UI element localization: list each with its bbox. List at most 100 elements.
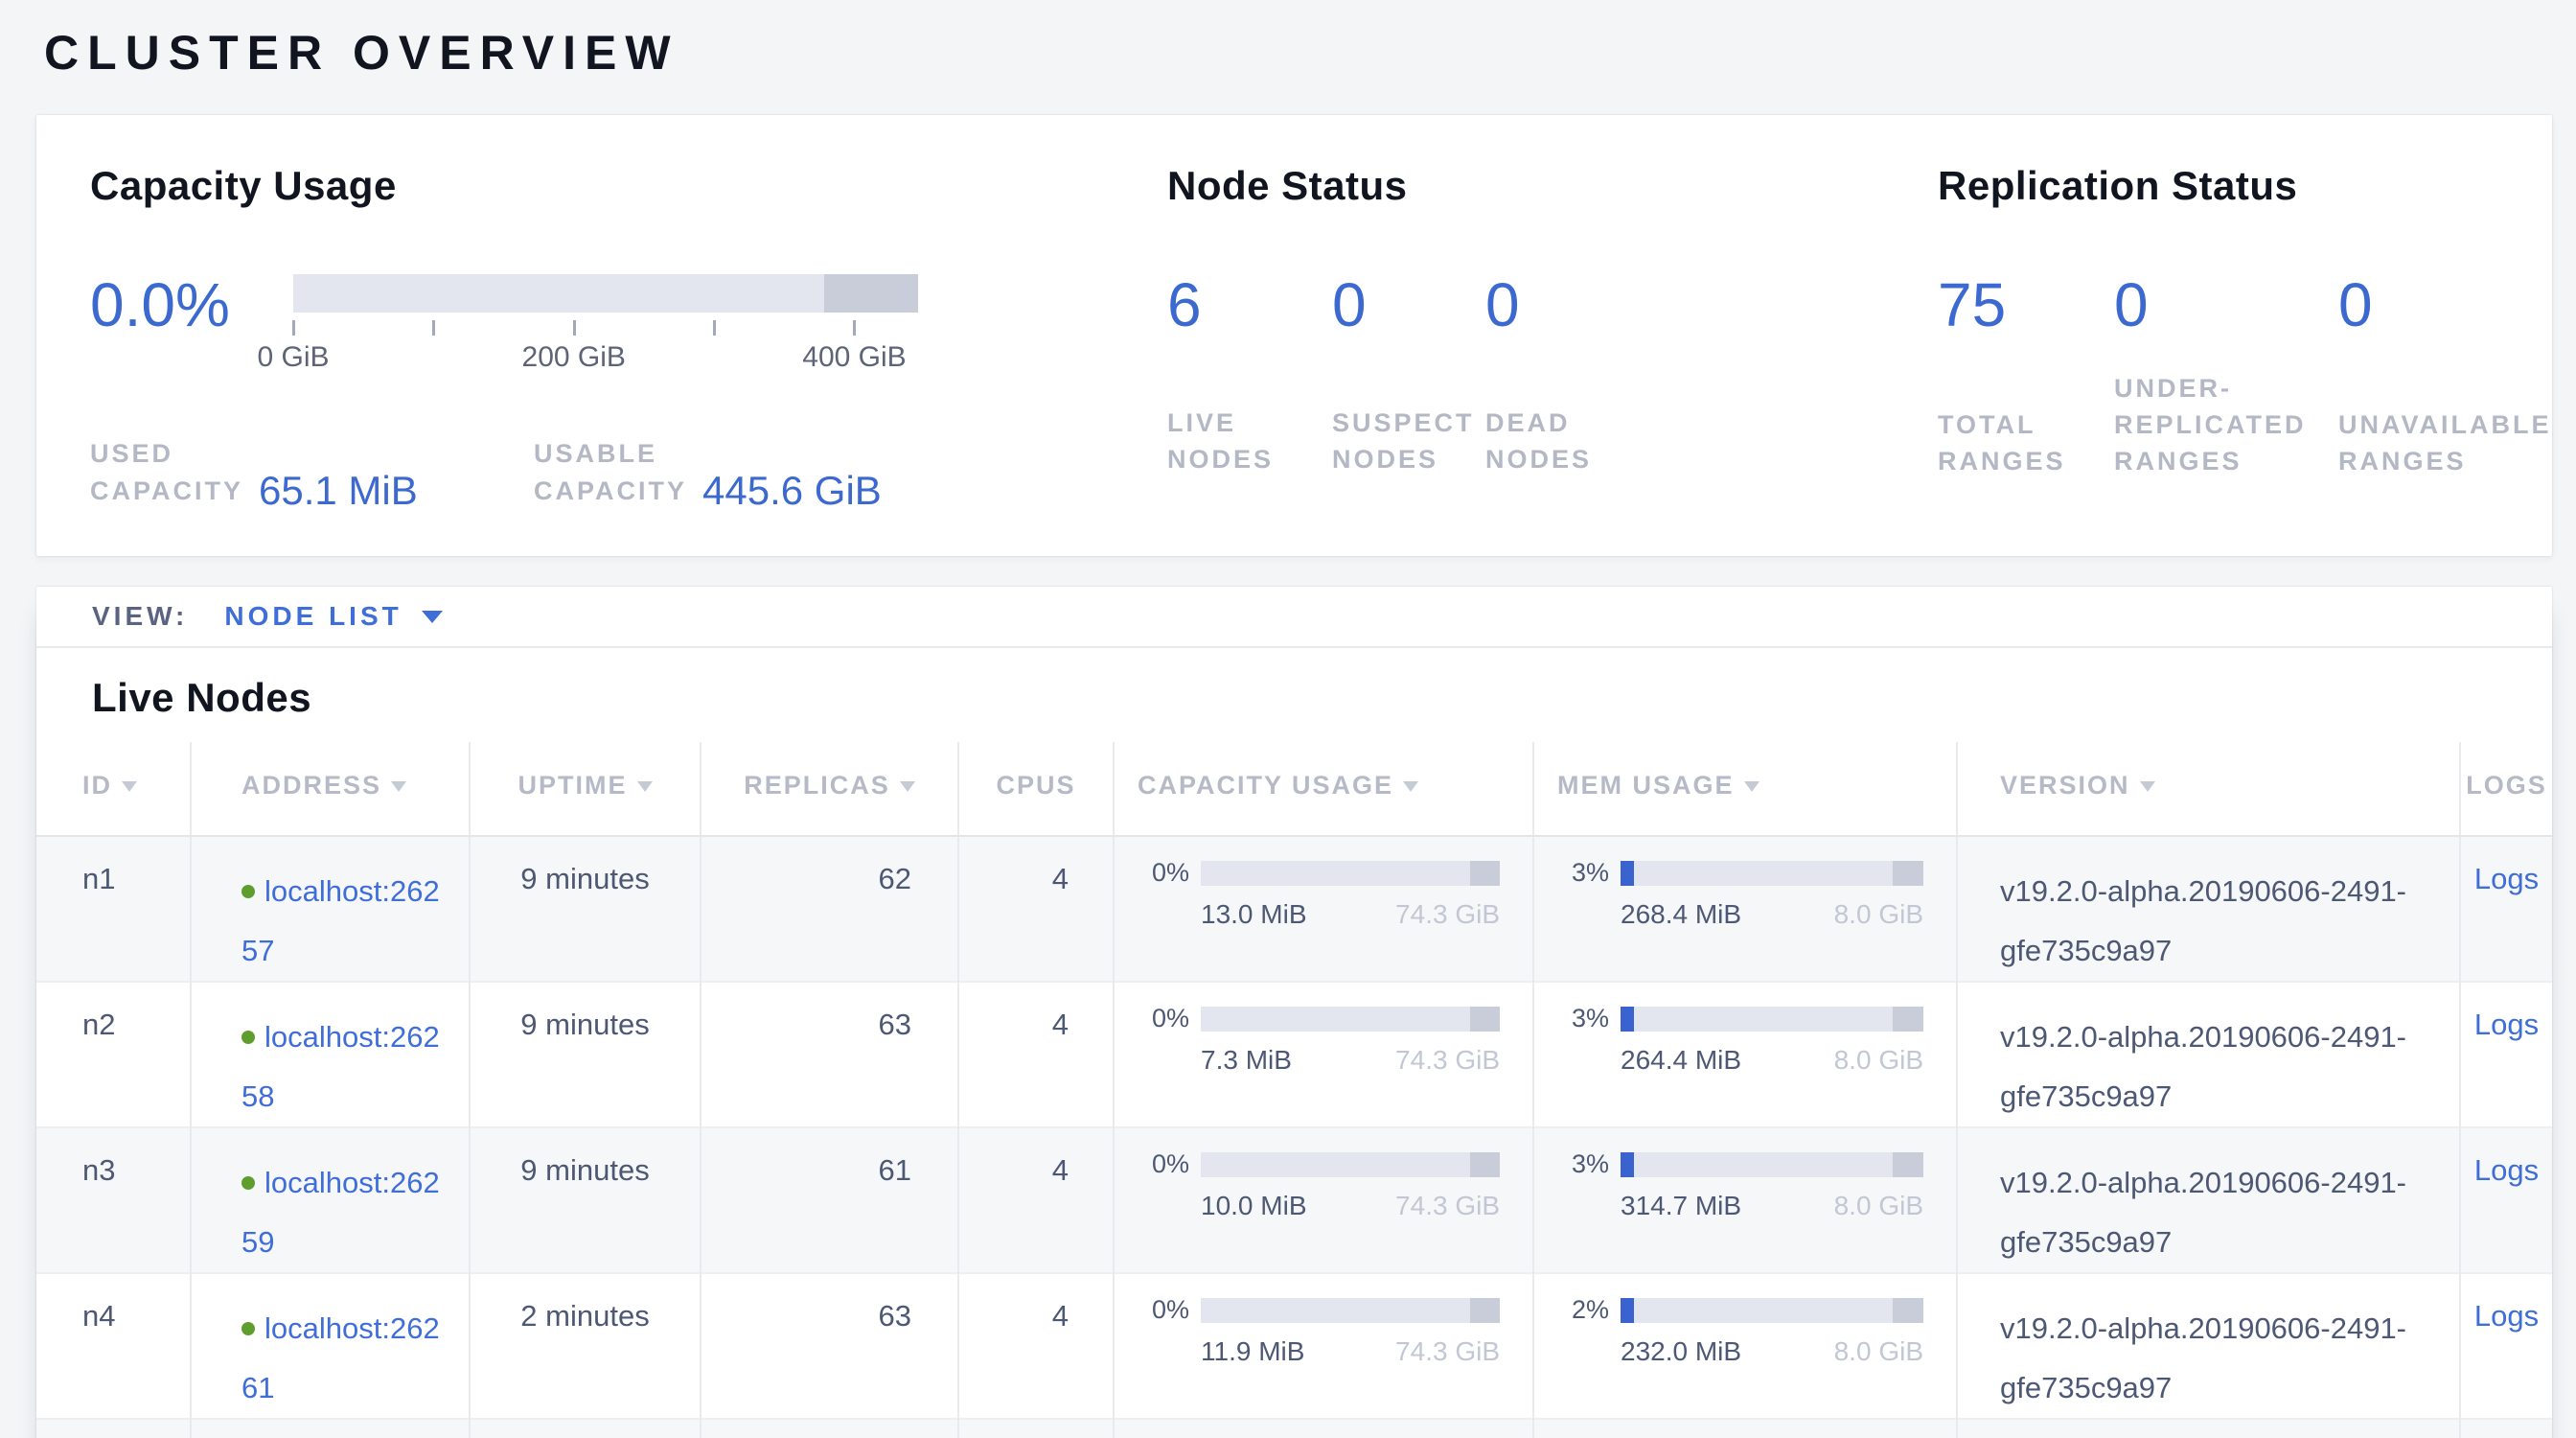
node-version-cell: v19.2.0-alpha.20190606-2491-gfe735c9a97 (1957, 1273, 2460, 1419)
capacity-usage-values: 7.3 MiB 74.3 GiB (1201, 1045, 1500, 1076)
node-logs-link[interactable]: Logs (2474, 1153, 2539, 1187)
capacity-usage-used: 7.3 MiB (1201, 1045, 1292, 1076)
column-header-version[interactable]: VERSION (1957, 742, 2460, 836)
node-replicas-cell: 63 (701, 982, 958, 1127)
mem-usage-bar (1621, 861, 1923, 886)
sort-arrow-icon (2140, 781, 2155, 792)
node-logs-link[interactable]: Logs (2474, 1299, 2539, 1333)
axis-tick-label: 0 GiB (257, 341, 329, 374)
capacity-usage-used: 11.9 MiB (1201, 1336, 1304, 1367)
capacity-usage-cell: 0%12.4 MiB74.3 GiB (1114, 1419, 1533, 1438)
replication-stat-value: 0 (2338, 274, 2552, 336)
node-list-card: VIEW: NODE LIST Live Nodes IDADDRESSUPTI… (36, 587, 2552, 1438)
mem-usage-bar (1621, 1007, 1923, 1032)
mem-usage-used: 264.4 MiB (1621, 1045, 1741, 1076)
node-address-cell: localhost:26257 (191, 836, 470, 982)
capacity-usage-bar-row: 0% (1134, 1149, 1500, 1179)
node-address-cell: localhost:26262 (191, 1419, 470, 1438)
table-row: n2localhost:262589 minutes6340%7.3 MiB74… (36, 982, 2552, 1127)
mem-usage-total: 8.0 GiB (1834, 1336, 1923, 1367)
column-header-label: CPUS (996, 771, 1075, 800)
node-id-cell: n5 (36, 1419, 191, 1438)
live-status-icon (242, 1322, 255, 1335)
mem-usage-used: 268.4 MiB (1621, 899, 1741, 930)
capacity-usage-total: 74.3 GiB (1395, 1045, 1500, 1076)
live-status-icon (242, 1176, 255, 1190)
node-logs-link[interactable]: Logs (2474, 1008, 2539, 1041)
column-header-label: REPLICAS (744, 771, 890, 800)
live-nodes-header: Live Nodes (36, 648, 2552, 742)
capacity-usage-used: 10.0 MiB (1201, 1191, 1307, 1221)
node-status-stat-label: DEAD NODES (1485, 405, 1631, 477)
mem-usage-bar-reserved (1893, 1007, 1923, 1032)
node-address-link[interactable]: localhost:26258 (242, 1020, 440, 1113)
capacity-usage-section: Capacity Usage 0.0% 0 GiB200 GiB400 GiB … (90, 163, 1167, 556)
live-nodes-title: Live Nodes (92, 675, 2496, 721)
node-address-link[interactable]: localhost:26257 (242, 874, 440, 967)
node-uptime-cell: 9 minutes (470, 1419, 701, 1438)
table-header-row: IDADDRESSUPTIME REPLICAS CPUS CAPACITY USAG… (36, 742, 2552, 836)
table-row: n1localhost:262579 minutes6240%13.0 MiB7… (36, 836, 2552, 982)
capacity-usage-bar-row: 0% (1134, 1295, 1500, 1325)
mem-usage-cell: 3%314.7 MiB8.0 GiB (1533, 1127, 1957, 1273)
node-address-link[interactable]: localhost:26261 (242, 1311, 440, 1404)
sort-arrow-icon (391, 781, 406, 792)
capacity-usage-cell: 0%10.0 MiB74.3 GiB (1114, 1127, 1533, 1273)
column-header-label: LOGS (2466, 771, 2547, 800)
view-bar: VIEW: NODE LIST (36, 587, 2552, 648)
node-logs-cell: Logs (2460, 1127, 2552, 1273)
node-replicas-cell: 61 (701, 1127, 958, 1273)
capacity-usage-bar-reserved (1470, 1152, 1500, 1177)
node-cpus-cell: 4 (958, 1127, 1114, 1273)
node-version-cell: v19.2.0-alpha.20190606-2491-gfe735c9a97 (1957, 1127, 2460, 1273)
node-uptime-cell: 9 minutes (470, 982, 701, 1127)
sort-arrow-icon (1744, 781, 1760, 792)
node-uptime-cell: 9 minutes (470, 1127, 701, 1273)
view-selector[interactable]: NODE LIST (224, 601, 442, 632)
capacity-usage-title: Capacity Usage (90, 163, 1167, 209)
mem-usage-values: 232.0 MiB8.0 GiB (1621, 1336, 1923, 1367)
capacity-usage-bar-reserved (1470, 861, 1500, 886)
mem-usage-percent: 3% (1553, 858, 1609, 888)
mem-usage-cell: 4%329.6 MiB8.0 GiB (1533, 1419, 1957, 1438)
replication-stat-value: 0 (2114, 274, 2338, 336)
node-logs-cell: Logs (2460, 1273, 2552, 1419)
node-uptime-cell: 9 minutes (470, 836, 701, 982)
summary-card: Capacity Usage 0.0% 0 GiB200 GiB400 GiB … (36, 115, 2552, 556)
capacity-stats: USEDCAPACITY65.1 MiBUSABLECAPACITY445.6 … (90, 435, 1167, 510)
node-status-stat-label: SUSPECT NODES (1332, 405, 1478, 477)
column-header-replicas[interactable]: REPLICAS (701, 742, 958, 836)
capacity-usage-widget: 0.0% 0 GiB200 GiB400 GiB (90, 274, 1167, 376)
column-header-address[interactable]: ADDRESS (191, 742, 470, 836)
node-logs-link[interactable]: Logs (2474, 862, 2539, 895)
node-replicas-cell: 63 (701, 1273, 958, 1419)
capacity-stat-label-line: CAPACITY (90, 473, 243, 510)
column-header-label: VERSION (2000, 771, 2130, 800)
capacity-stat-label-line: USED (90, 435, 243, 473)
column-header-cpus: CPUS (958, 742, 1114, 836)
node-address-link[interactable]: localhost:26259 (242, 1166, 440, 1259)
column-header-capacity-usage[interactable]: CAPACITY USAGE (1114, 742, 1533, 836)
capacity-usage-bar (1201, 861, 1500, 886)
mem-usage-bar-row: 3% (1553, 1004, 1923, 1033)
column-header-label: MEM USAGE (1557, 771, 1735, 800)
column-header-id[interactable]: ID (36, 742, 191, 836)
capacity-stat-label: USEDCAPACITY (90, 435, 243, 510)
node-address-cell: localhost:26259 (191, 1127, 470, 1273)
mem-usage-bar-reserved (1893, 1298, 1923, 1323)
capacity-usage-values: 13.0 MiB74.3 GiB (1201, 899, 1500, 930)
mem-usage-bar-reserved (1893, 1152, 1923, 1177)
replication-status-stats: 7500TOTAL RANGESUNDER-REPLICATED RANGESU… (1938, 274, 2552, 479)
capacity-usage-cell: 0% 7.3 MiB 74.3 GiB (1114, 982, 1533, 1127)
capacity-usage-percent: 0% (1134, 1004, 1189, 1033)
column-header-mem-usage[interactable]: MEM USAGE (1533, 742, 1957, 836)
column-header-uptime[interactable]: UPTIME (470, 742, 701, 836)
node-logs-cell: Logs (2460, 1419, 2552, 1438)
node-address-cell: localhost:26261 (191, 1273, 470, 1419)
mem-usage-total: 8.0 GiB (1834, 1191, 1923, 1221)
mem-usage-cell: 3%268.4 MiB8.0 GiB (1533, 836, 1957, 982)
capacity-usage-bar (293, 274, 918, 313)
node-status-stat-value: 6 (1167, 274, 1332, 336)
node-cpus-cell: 4 (958, 1419, 1114, 1438)
capacity-stat-value: 445.6 GiB (702, 468, 882, 514)
